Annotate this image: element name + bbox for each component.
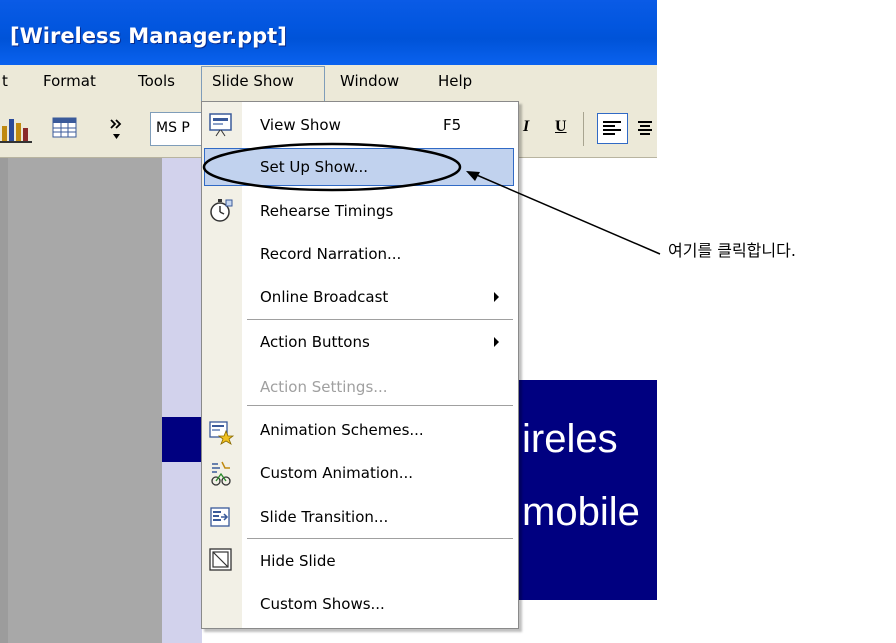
- annotation-overlay: [202, 142, 661, 255]
- highlight-ellipse: [202, 142, 462, 192]
- callout-line: [471, 172, 661, 255]
- annotation-label: 여기를 클릭합니다.: [668, 241, 796, 260]
